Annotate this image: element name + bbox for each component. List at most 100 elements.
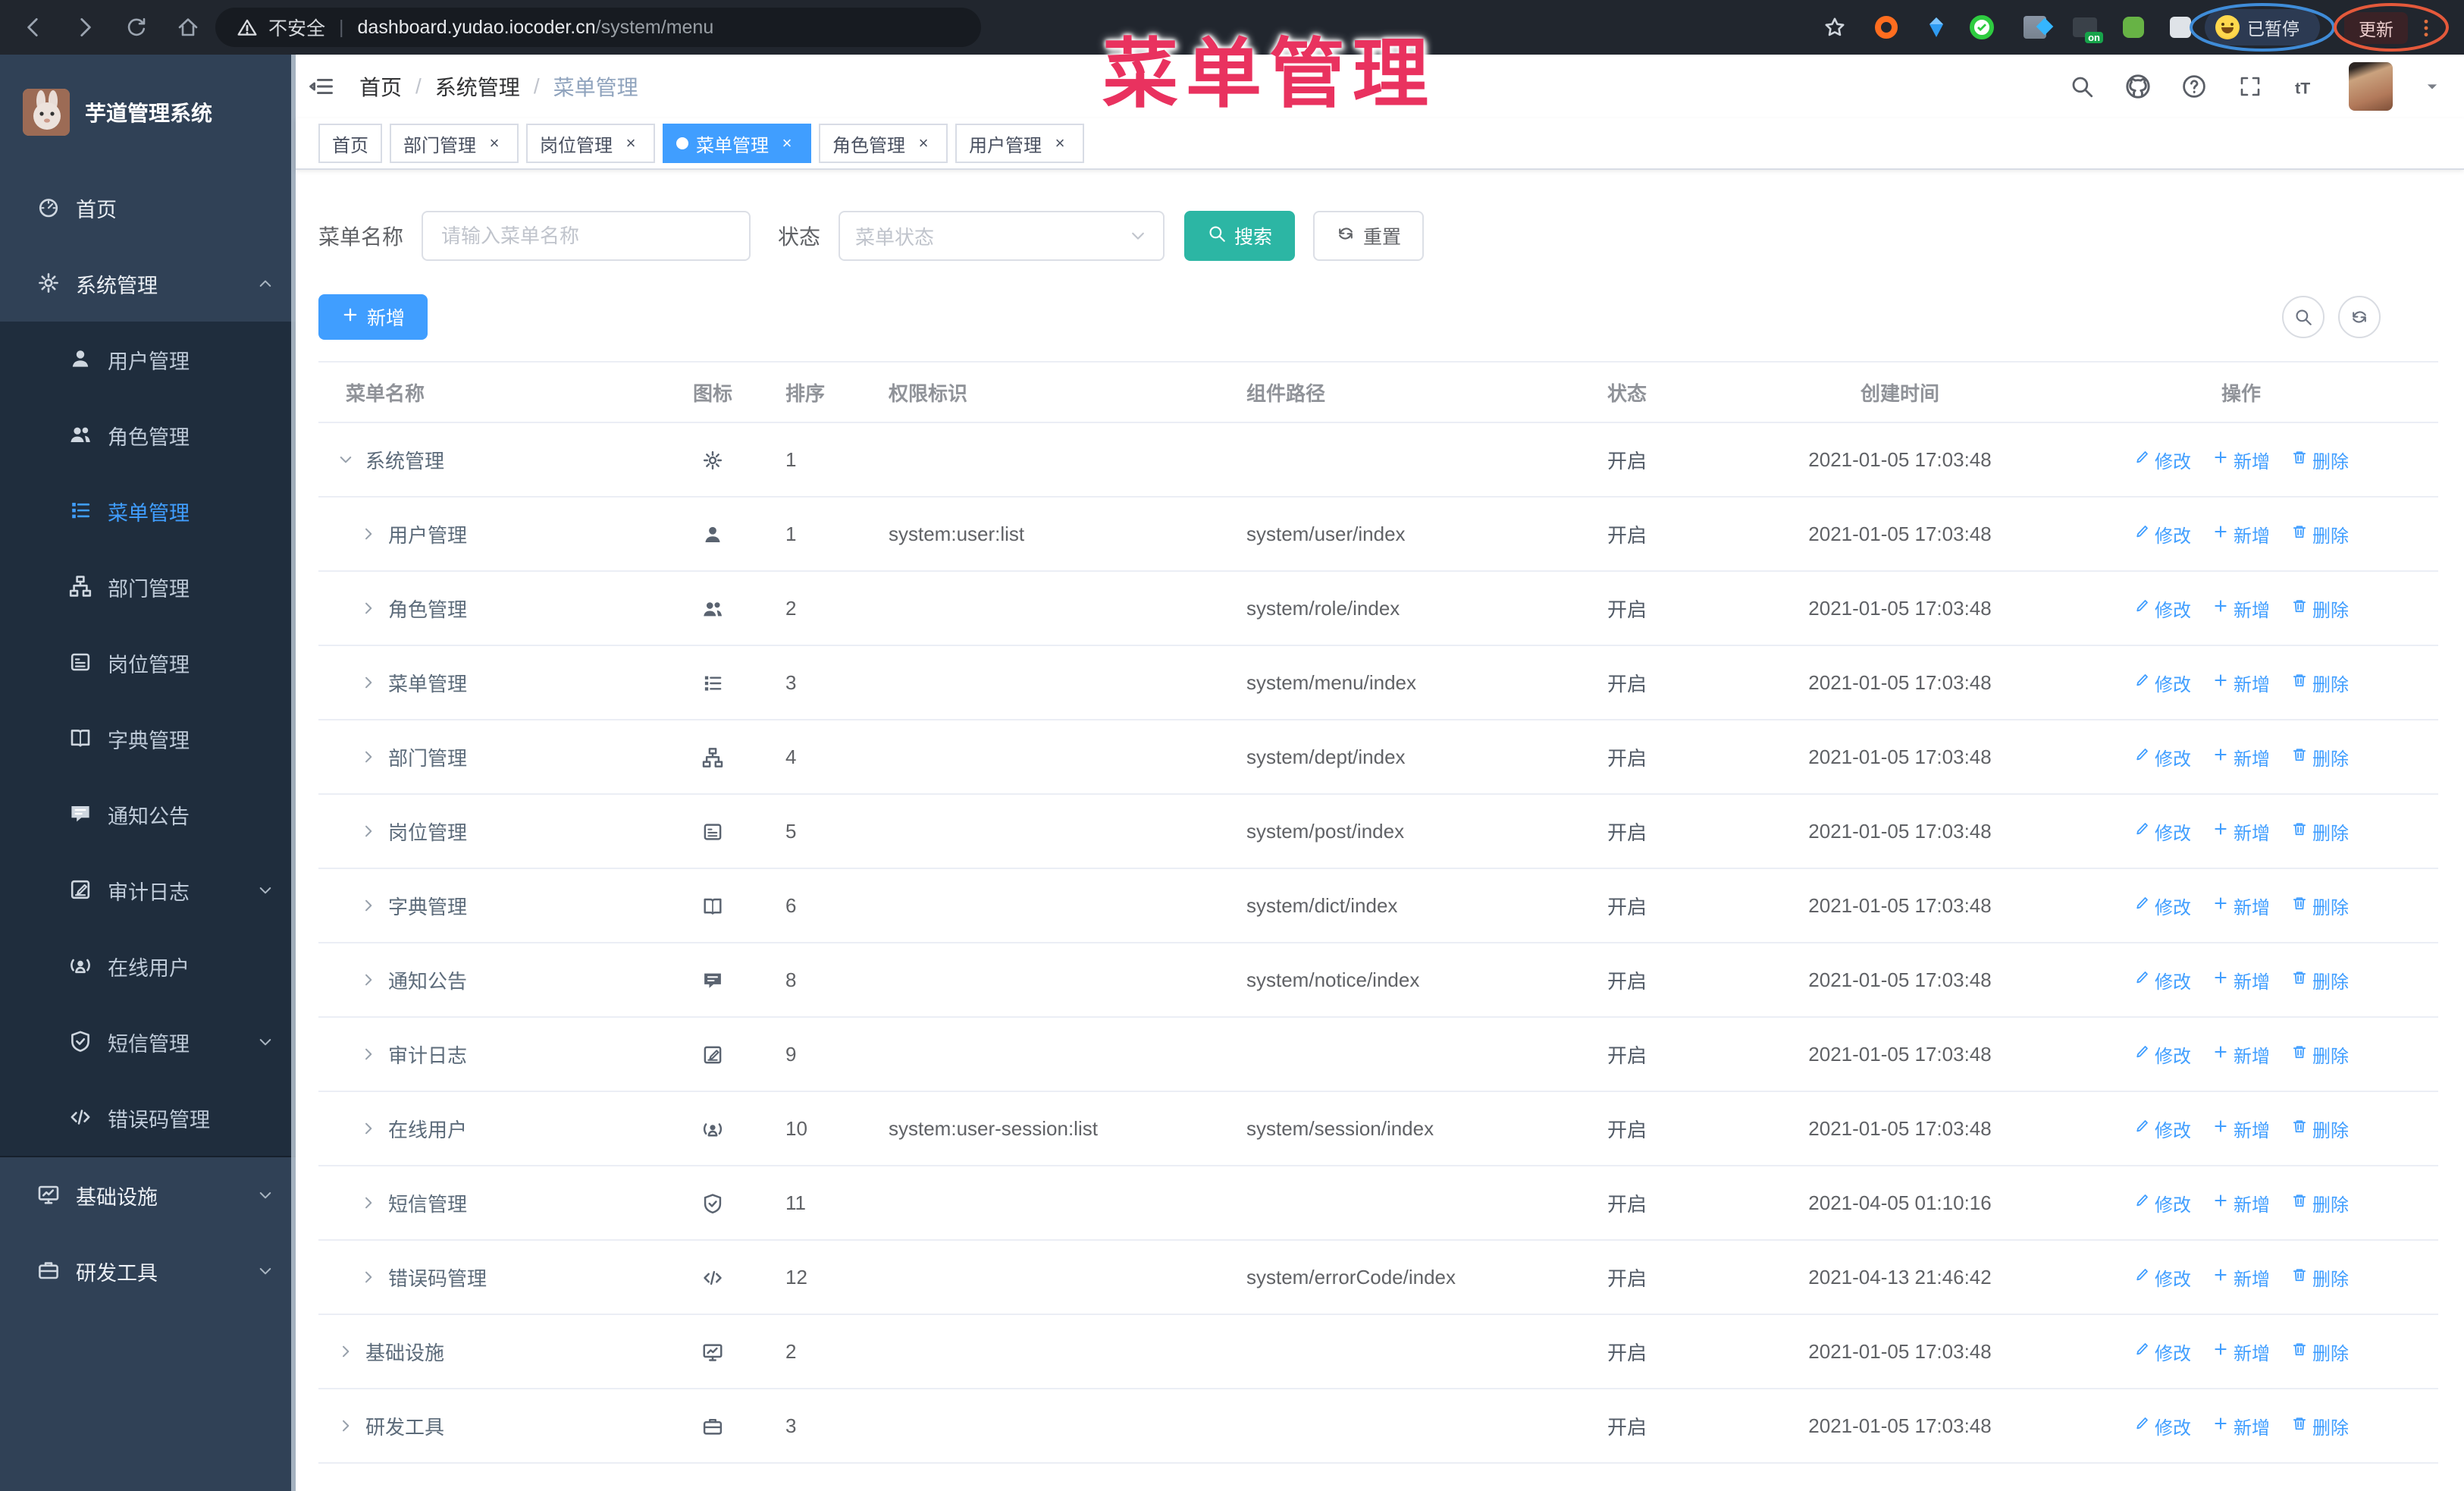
sidebar-item-角色管理[interactable]: 角色管理 (0, 397, 296, 473)
delete-link[interactable]: 删除 (2291, 1264, 2349, 1291)
sidebar-item-基础设施[interactable]: 基础设施 (0, 1157, 296, 1233)
add-link[interactable]: 新增 (2212, 1116, 2270, 1142)
add-link[interactable]: 新增 (2212, 670, 2270, 696)
reset-button[interactable]: 重置 (1313, 211, 1425, 261)
row-expand-icon[interactable] (359, 822, 379, 840)
menu-name-input[interactable] (422, 211, 751, 261)
extension-puzzle-icon[interactable] (2164, 11, 2197, 44)
sidebar-item-通知公告[interactable]: 通知公告 (0, 777, 296, 852)
help-icon[interactable] (2180, 73, 2208, 100)
edit-link[interactable]: 修改 (2133, 595, 2191, 622)
sidebar-item-首页[interactable]: 首页 (0, 170, 296, 246)
add-link[interactable]: 新增 (2212, 744, 2270, 771)
row-expand-icon[interactable] (359, 1045, 379, 1063)
add-link[interactable]: 新增 (2212, 1041, 2270, 1068)
edit-link[interactable]: 修改 (2133, 744, 2191, 771)
sidebar-item-审计日志[interactable]: 审计日志 (0, 852, 296, 928)
add-link[interactable]: 新增 (2212, 967, 2270, 993)
sidebar-item-岗位管理[interactable]: 岗位管理 (0, 625, 296, 701)
row-expand-icon[interactable] (359, 599, 379, 617)
app-logo[interactable]: 芋道管理系统 (0, 55, 296, 170)
add-link[interactable]: 新增 (2212, 1190, 2270, 1216)
edit-link[interactable]: 修改 (2133, 893, 2191, 919)
add-link[interactable]: 新增 (2212, 1264, 2270, 1291)
extension-grid-icon[interactable] (2018, 11, 2052, 44)
sidebar-item-字典管理[interactable]: 字典管理 (0, 701, 296, 777)
edit-link[interactable]: 修改 (2133, 521, 2191, 548)
delete-link[interactable]: 删除 (2291, 744, 2349, 771)
add-link[interactable]: 新增 (2212, 818, 2270, 845)
profile-paused-badge[interactable]: 已暂停 (2205, 9, 2320, 46)
tab-角色管理[interactable]: 角色管理 × (819, 124, 948, 163)
row-expand-icon[interactable] (359, 673, 379, 692)
delete-link[interactable]: 删除 (2291, 1041, 2349, 1068)
show-search-button[interactable] (2282, 296, 2324, 338)
extension-bug-icon[interactable] (2117, 11, 2150, 44)
edit-link[interactable]: 修改 (2133, 1041, 2191, 1068)
edit-link[interactable]: 修改 (2133, 1264, 2191, 1291)
hamburger-icon[interactable] (296, 55, 347, 118)
edit-link[interactable]: 修改 (2133, 1190, 2191, 1216)
browser-home-icon[interactable] (167, 0, 209, 55)
font-size-icon[interactable]: tT (2293, 73, 2320, 100)
sidebar-item-系统管理[interactable]: 系统管理 (0, 246, 296, 322)
add-link[interactable]: 新增 (2212, 595, 2270, 622)
add-link[interactable]: 新增 (2212, 893, 2270, 919)
edit-link[interactable]: 修改 (2133, 670, 2191, 696)
tab-首页[interactable]: 首页 (318, 124, 382, 163)
add-link[interactable]: 新增 (2212, 447, 2270, 473)
tab-close-icon[interactable]: × (484, 133, 505, 154)
tab-close-icon[interactable]: × (776, 133, 798, 154)
header-search-icon[interactable] (2068, 73, 2096, 100)
edit-link[interactable]: 修改 (2133, 1116, 2191, 1142)
delete-link[interactable]: 删除 (2291, 818, 2349, 845)
delete-link[interactable]: 删除 (2291, 967, 2349, 993)
browser-update-button[interactable]: 更新 (2344, 12, 2408, 44)
extension-adblock-icon[interactable] (1870, 11, 1903, 44)
extension-proxy-on-icon[interactable]: on (2068, 11, 2103, 44)
edit-link[interactable]: 修改 (2133, 818, 2191, 845)
tab-菜单管理[interactable]: 菜单管理 × (663, 124, 811, 163)
browser-reload-icon[interactable] (115, 0, 158, 55)
tab-岗位管理[interactable]: 岗位管理 × (526, 124, 655, 163)
extension-verified-icon[interactable] (1965, 11, 1998, 44)
row-expand-icon[interactable] (337, 1417, 356, 1435)
row-expand-icon[interactable] (359, 971, 379, 989)
add-button[interactable]: 新增 (318, 294, 428, 340)
breadcrumb-item[interactable]: 系统管理 (435, 71, 520, 102)
add-link[interactable]: 新增 (2212, 1339, 2270, 1365)
row-expand-icon[interactable] (359, 1268, 379, 1286)
sidebar-item-短信管理[interactable]: 短信管理 (0, 1004, 296, 1080)
tab-用户管理[interactable]: 用户管理 × (955, 124, 1084, 163)
edit-link[interactable]: 修改 (2133, 1339, 2191, 1365)
breadcrumb-item[interactable]: 首页 (359, 71, 402, 102)
browser-menu-icon[interactable] (2414, 12, 2438, 44)
delete-link[interactable]: 删除 (2291, 447, 2349, 473)
sidebar-item-研发工具[interactable]: 研发工具 (0, 1233, 296, 1309)
edit-link[interactable]: 修改 (2133, 447, 2191, 473)
sidebar-item-部门管理[interactable]: 部门管理 (0, 549, 296, 625)
edit-link[interactable]: 修改 (2133, 1413, 2191, 1439)
sidebar-item-在线用户[interactable]: 在线用户 (0, 928, 296, 1004)
row-expand-icon[interactable] (359, 525, 379, 543)
browser-forward-icon[interactable] (64, 0, 106, 55)
delete-link[interactable]: 删除 (2291, 1116, 2349, 1142)
sidebar-item-菜单管理[interactable]: 菜单管理 (0, 473, 296, 549)
tab-close-icon[interactable]: × (913, 133, 934, 154)
delete-link[interactable]: 删除 (2291, 1413, 2349, 1439)
delete-link[interactable]: 删除 (2291, 595, 2349, 622)
search-button[interactable]: 搜索 (1184, 211, 1296, 261)
row-expand-icon[interactable] (359, 1194, 379, 1212)
browser-back-icon[interactable] (12, 0, 55, 55)
tab-部门管理[interactable]: 部门管理 × (390, 124, 519, 163)
delete-link[interactable]: 删除 (2291, 521, 2349, 548)
delete-link[interactable]: 删除 (2291, 893, 2349, 919)
row-collapse-icon[interactable] (337, 450, 356, 469)
tab-close-icon[interactable]: × (620, 133, 641, 154)
delete-link[interactable]: 删除 (2291, 670, 2349, 696)
github-icon[interactable] (2124, 73, 2152, 100)
row-expand-icon[interactable] (337, 1342, 356, 1361)
row-expand-icon[interactable] (359, 748, 379, 766)
url-bar[interactable]: 不安全 | dashboard.yudao.iocoder.cn/system/… (215, 8, 981, 47)
tab-close-icon[interactable]: × (1049, 133, 1071, 154)
